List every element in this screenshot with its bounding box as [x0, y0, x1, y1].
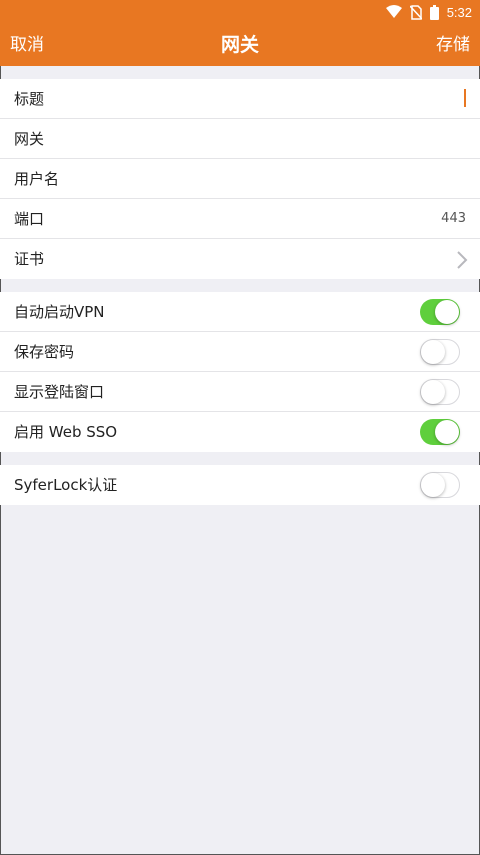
gateway-settings-group: 标题 网关 用户名 端口 443 证书 — [0, 79, 480, 279]
authentication-group: SyferLock认证 — [0, 465, 480, 505]
syferlock-toggle[interactable] — [420, 472, 460, 498]
port-field-row[interactable]: 端口 443 — [0, 199, 480, 239]
no-sim-icon — [409, 4, 422, 20]
show-login-label: 显示登陆窗口 — [14, 383, 105, 401]
save-password-toggle[interactable] — [420, 339, 460, 365]
title-field-row[interactable]: 标题 — [0, 79, 480, 119]
certificate-row[interactable]: 证书 — [0, 239, 480, 279]
auto-vpn-toggle[interactable] — [420, 299, 460, 325]
toggle-knob — [421, 380, 445, 404]
syferlock-row: SyferLock认证 — [0, 465, 480, 505]
title-field-label: 标题 — [14, 90, 45, 108]
web-sso-label: 启用 Web SSO — [14, 423, 118, 441]
web-sso-row: 启用 Web SSO — [0, 412, 480, 452]
app-header: 5:32 取消 网关 存储 — [0, 0, 480, 66]
text-cursor — [464, 89, 466, 107]
toggle-knob — [421, 473, 445, 497]
battery-icon — [429, 4, 439, 20]
chevron-right-icon — [456, 250, 468, 274]
toggle-knob — [435, 300, 459, 324]
status-bar: 5:32 — [0, 0, 480, 24]
save-button[interactable]: 存储 — [436, 24, 470, 66]
navigation-bar: 取消 网关 存储 — [0, 24, 480, 66]
auto-vpn-row: 自动启动VPN — [0, 292, 480, 332]
certificate-label: 证书 — [14, 250, 45, 268]
web-sso-toggle[interactable] — [420, 419, 460, 445]
port-field-value: 443 — [441, 211, 466, 226]
toggle-knob — [421, 340, 445, 364]
save-password-label: 保存密码 — [14, 343, 75, 361]
save-password-row: 保存密码 — [0, 332, 480, 372]
toggle-knob — [435, 420, 459, 444]
port-field-label: 端口 — [14, 210, 45, 228]
show-login-row: 显示登陆窗口 — [0, 372, 480, 412]
status-time: 5:32 — [446, 4, 472, 20]
wifi-icon — [385, 5, 402, 19]
syferlock-label: SyferLock认证 — [14, 476, 118, 494]
auto-vpn-label: 自动启动VPN — [14, 303, 105, 321]
gateway-field-label: 网关 — [14, 130, 45, 148]
status-icons: 5:32 — [385, 3, 472, 21]
show-login-toggle[interactable] — [420, 379, 460, 405]
page-title: 网关 — [220, 34, 259, 56]
username-field-label: 用户名 — [14, 170, 60, 188]
connection-options-group: 自动启动VPN 保存密码 显示登陆窗口 启用 Web SSO — [0, 292, 480, 452]
gateway-field-row[interactable]: 网关 — [0, 119, 480, 159]
username-field-row[interactable]: 用户名 — [0, 159, 480, 199]
